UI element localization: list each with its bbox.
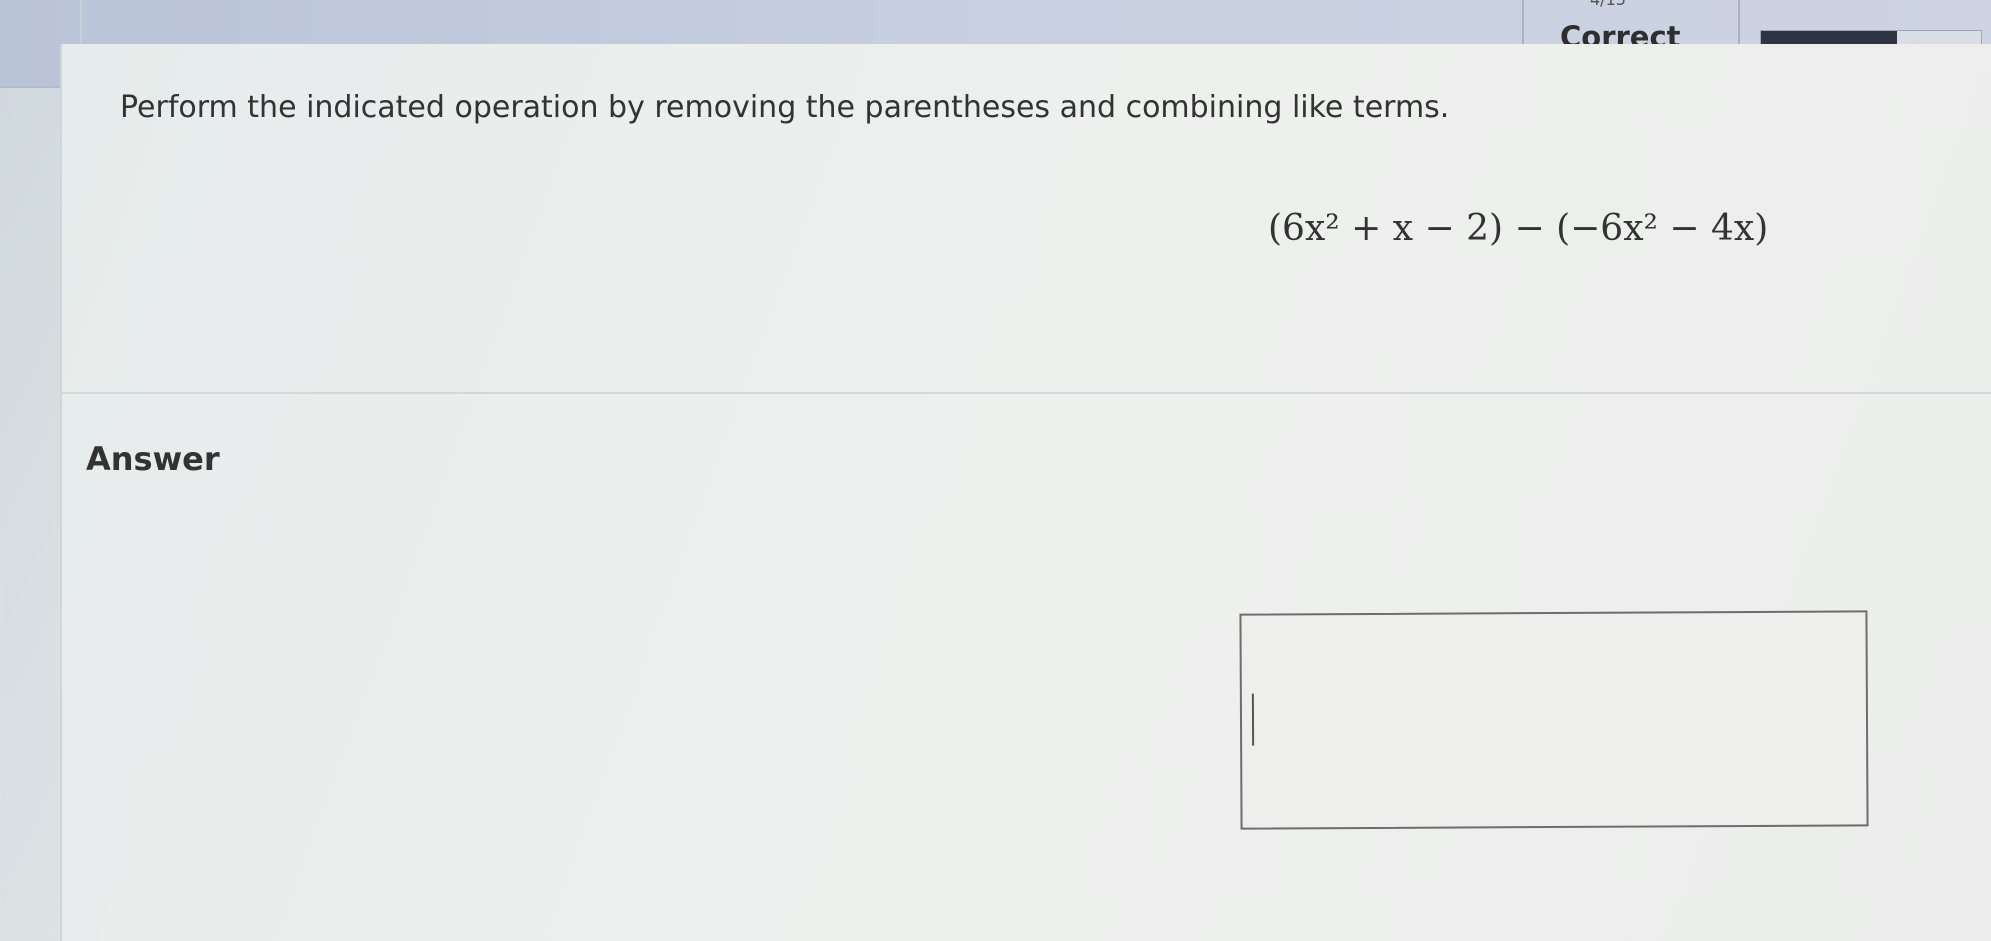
score-fraction: 4/15	[1590, 0, 1626, 9]
section-divider	[60, 392, 1991, 394]
top-separator	[80, 0, 82, 44]
math-expression: (6x² + x − 2) − (−6x² − 4x)	[1268, 208, 1769, 249]
text-cursor	[1251, 693, 1255, 746]
answer-label: Answer	[86, 440, 220, 478]
answer-input[interactable]	[1239, 610, 1869, 830]
question-prompt: Perform the indicated operation by remov…	[120, 90, 1450, 125]
